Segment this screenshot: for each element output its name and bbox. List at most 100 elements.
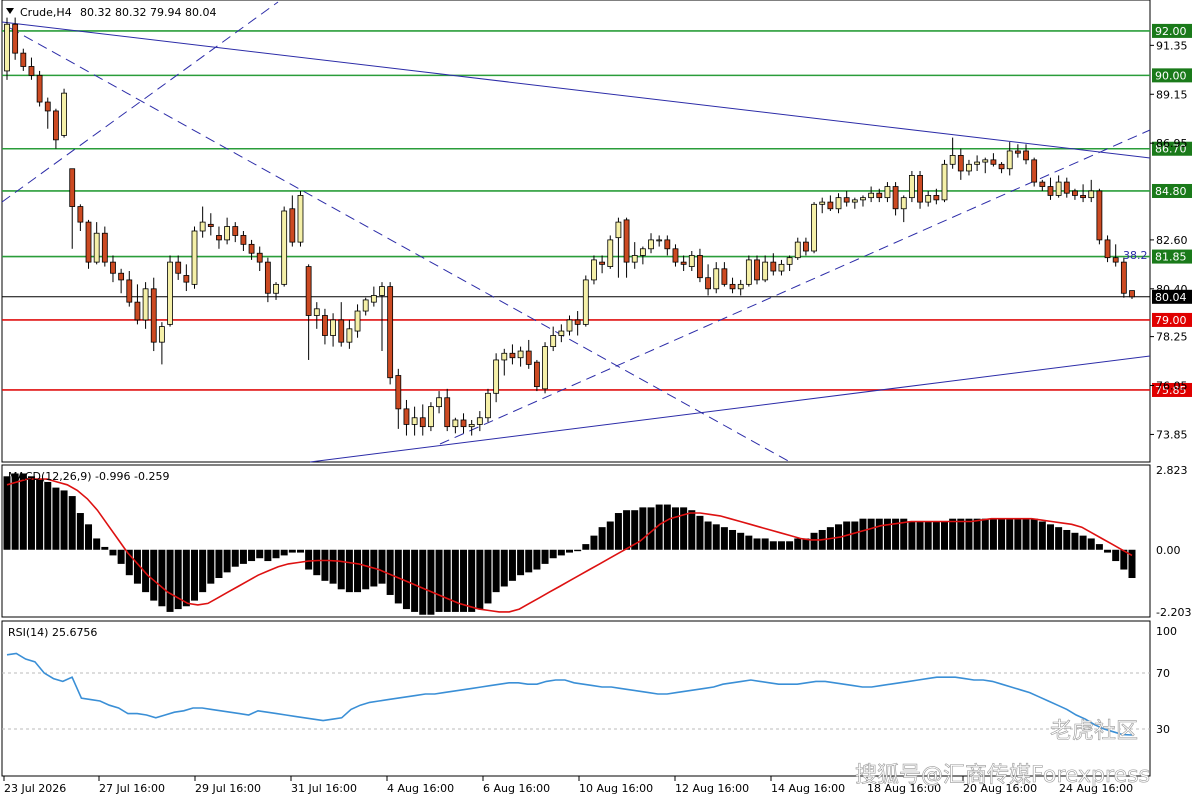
candle-body bbox=[1072, 190, 1078, 196]
macd-bar bbox=[272, 549, 280, 559]
macd-bar bbox=[207, 549, 215, 584]
macd-bar bbox=[231, 549, 239, 567]
macd-bar bbox=[883, 518, 891, 550]
candle-body bbox=[468, 424, 475, 428]
candle-body bbox=[289, 208, 296, 243]
macd-bar bbox=[460, 549, 468, 612]
candle-body bbox=[493, 359, 500, 394]
price-tick-label: 78.25 bbox=[1156, 331, 1188, 344]
candle-body bbox=[949, 155, 956, 165]
candle-body bbox=[819, 201, 826, 205]
macd-bar bbox=[386, 549, 394, 595]
candle-body bbox=[688, 255, 695, 267]
macd-bar bbox=[101, 546, 109, 550]
macd-bar bbox=[11, 473, 19, 550]
macd-bar bbox=[916, 521, 924, 550]
watermark-right: 老虎社区 bbox=[1050, 719, 1138, 744]
candle-body bbox=[150, 288, 157, 343]
price-tick-label: 86.95 bbox=[1156, 137, 1188, 150]
ohlc-readout: 80.32 80.32 79.94 80.04 bbox=[80, 6, 216, 19]
candle-body bbox=[542, 346, 548, 390]
macd-bar bbox=[484, 549, 492, 604]
rsi-panel[interactable] bbox=[1, 620, 1151, 777]
candle-body bbox=[941, 163, 948, 201]
candle-body bbox=[69, 168, 76, 207]
candle-body bbox=[501, 352, 508, 361]
candle-body bbox=[216, 235, 222, 241]
candle-body bbox=[281, 210, 288, 285]
candle-body bbox=[4, 23, 10, 72]
macd-bar bbox=[696, 515, 704, 550]
candle-body bbox=[338, 319, 345, 343]
candle-body bbox=[387, 286, 394, 379]
macd-bar bbox=[419, 549, 427, 615]
candle-body bbox=[419, 417, 426, 428]
candle-body bbox=[998, 163, 1005, 170]
candle-body bbox=[207, 223, 214, 227]
macd-bar bbox=[908, 521, 916, 550]
candle-body bbox=[1047, 186, 1054, 196]
macd-bar bbox=[280, 549, 288, 556]
price-panel[interactable] bbox=[1, 0, 1151, 463]
candle-body bbox=[436, 397, 442, 408]
macd-bar bbox=[52, 487, 60, 550]
macd-bar bbox=[19, 473, 27, 550]
macd-bar bbox=[851, 521, 859, 550]
macd-bar bbox=[875, 518, 883, 550]
macd-bar bbox=[3, 476, 11, 550]
macd-bar bbox=[158, 549, 166, 607]
candle-body bbox=[737, 283, 744, 290]
macd-bar bbox=[663, 504, 671, 550]
macd-bar bbox=[492, 549, 500, 593]
candle-body bbox=[1104, 239, 1111, 259]
candle-body bbox=[1055, 181, 1062, 196]
candle-body bbox=[762, 261, 769, 281]
candle-body bbox=[273, 283, 279, 294]
candle-body bbox=[1023, 150, 1029, 161]
candle-body bbox=[607, 239, 614, 267]
candle-body bbox=[77, 206, 84, 223]
candle-body bbox=[110, 261, 116, 274]
macd-bar bbox=[329, 549, 337, 584]
candle-body bbox=[232, 226, 239, 236]
candle-body bbox=[925, 195, 932, 203]
candle-body bbox=[1006, 150, 1013, 170]
price-tag-label: 81.85 bbox=[1155, 251, 1187, 264]
macd-bar bbox=[443, 549, 451, 612]
candle-body bbox=[36, 74, 43, 103]
candle-body bbox=[656, 239, 663, 242]
candle-body bbox=[778, 263, 785, 272]
macd-bar bbox=[264, 549, 272, 562]
macd-bar bbox=[76, 513, 84, 550]
macd-bar bbox=[525, 549, 533, 573]
candle-body bbox=[957, 155, 964, 172]
price-tag-label: 92.00 bbox=[1155, 25, 1187, 38]
macd-bar bbox=[411, 549, 419, 612]
candle-body bbox=[53, 110, 59, 141]
time-tick-label: 4 Aug 16:00 bbox=[387, 782, 454, 795]
candle-body bbox=[93, 232, 100, 263]
candle-body bbox=[1112, 257, 1119, 263]
candle-body bbox=[460, 419, 467, 428]
candle-body bbox=[917, 175, 923, 203]
candle-body bbox=[811, 203, 817, 252]
macd-bar bbox=[60, 490, 68, 550]
macd-bar bbox=[981, 518, 989, 550]
candle-body bbox=[900, 197, 907, 210]
macd-bar bbox=[337, 549, 345, 590]
candle-body bbox=[786, 257, 793, 265]
candle-body bbox=[908, 175, 915, 199]
trading-chart[interactable]: 2.8230.00-2.203 1007030 92.0090.0086.708… bbox=[0, 0, 1200, 800]
price-axis: 92.0090.0086.7084.8081.8580.0479.0075.85… bbox=[1150, 23, 1192, 441]
macd-bar bbox=[859, 518, 867, 550]
candle-body bbox=[1080, 195, 1086, 199]
macd-bar bbox=[117, 549, 125, 564]
candle-body bbox=[1120, 261, 1127, 294]
macd-bar bbox=[305, 549, 313, 570]
macd-bar bbox=[36, 479, 44, 550]
macd-bar bbox=[989, 518, 997, 550]
candle-body bbox=[803, 241, 809, 252]
candle-body bbox=[550, 335, 557, 348]
price-tag-label: 84.80 bbox=[1155, 185, 1187, 198]
fib-level-label: 38.2 bbox=[1123, 249, 1148, 262]
